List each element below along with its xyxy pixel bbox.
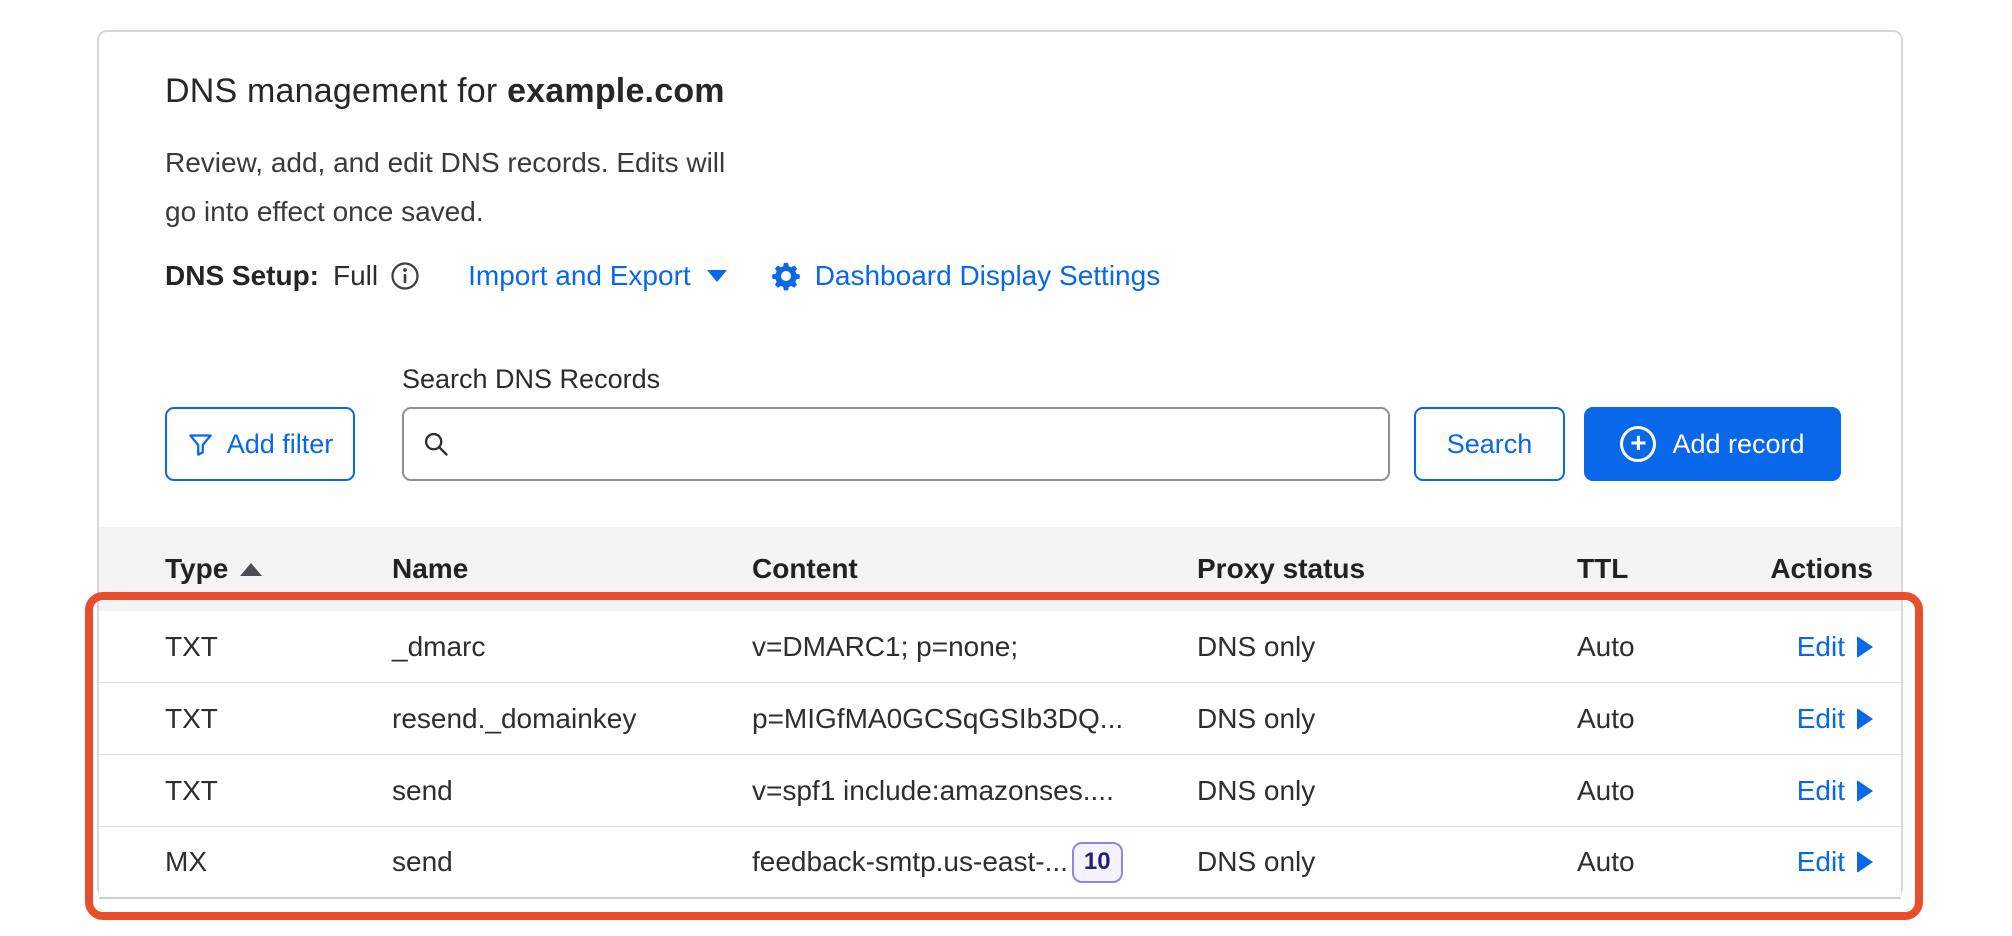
page: DNS management for example.com Review, a… xyxy=(0,0,2012,936)
cell-ttl: Auto xyxy=(1577,775,1765,807)
filter-funnel-icon xyxy=(187,431,214,458)
import-export-link[interactable]: Import and Export xyxy=(468,260,727,292)
add-filter-label: Add filter xyxy=(227,429,334,460)
cell-proxy-status: DNS only xyxy=(1197,775,1577,807)
column-header-actions: Actions xyxy=(1765,553,1873,585)
edit-link[interactable]: Edit xyxy=(1765,631,1873,663)
search-input-container xyxy=(402,407,1390,481)
subtitle-line-2: go into effect once saved. xyxy=(165,187,725,236)
mx-priority-badge: 10 xyxy=(1072,842,1123,883)
cell-ttl: Auto xyxy=(1577,631,1765,663)
column-header-content[interactable]: Content xyxy=(752,553,1197,585)
cell-ttl: Auto xyxy=(1577,846,1765,878)
import-export-label: Import and Export xyxy=(468,260,691,292)
cell-ttl: Auto xyxy=(1577,703,1765,735)
cell-name: resend._domainkey xyxy=(392,703,752,735)
table-body: TXT _dmarc v=DMARC1; p=none; DNS only Au… xyxy=(99,611,1901,899)
add-filter-button[interactable]: Add filter xyxy=(165,407,355,481)
chevron-right-icon xyxy=(1857,708,1873,730)
plus-circle-icon: + xyxy=(1620,426,1656,462)
cell-content: p=MIGfMA0GCSqGSIb3DQ... xyxy=(752,703,1197,735)
search-records-label: Search DNS Records xyxy=(402,364,660,395)
search-button[interactable]: Search xyxy=(1414,407,1565,481)
dns-management-card: DNS management for example.com Review, a… xyxy=(97,30,1903,898)
column-header-proxy-status[interactable]: Proxy status xyxy=(1197,553,1577,585)
column-header-name[interactable]: Name xyxy=(392,553,752,585)
gear-icon xyxy=(771,261,801,291)
cell-name: send xyxy=(392,846,752,878)
chevron-right-icon xyxy=(1857,636,1873,658)
search-input[interactable] xyxy=(464,429,1370,460)
dns-setup-label: DNS Setup: xyxy=(165,260,319,292)
cell-type: TXT xyxy=(165,703,392,735)
cell-name: _dmarc xyxy=(392,631,752,663)
dns-setup-row: DNS Setup: Full Import and Export Dashbo… xyxy=(165,254,1160,298)
edit-link[interactable]: Edit xyxy=(1765,703,1873,735)
page-title-prefix: DNS management for xyxy=(165,72,497,110)
table-row: TXT send v=spf1 include:amazonses.... DN… xyxy=(99,755,1901,827)
table-header-row: Type Name Content Proxy status TTL Actio… xyxy=(99,527,1901,611)
edit-link[interactable]: Edit xyxy=(1765,775,1873,807)
column-header-type[interactable]: Type xyxy=(165,553,392,585)
page-title: DNS management for example.com xyxy=(165,72,725,111)
sort-ascending-icon xyxy=(240,563,262,576)
search-icon xyxy=(422,430,450,458)
cell-proxy-status: DNS only xyxy=(1197,631,1577,663)
chevron-right-icon xyxy=(1857,851,1873,873)
table-row: MX send feedback-smtp.us-east-... 10 DNS… xyxy=(99,827,1901,899)
add-record-button[interactable]: + Add record xyxy=(1584,407,1841,481)
search-button-label: Search xyxy=(1447,429,1533,460)
cell-content: feedback-smtp.us-east-... 10 xyxy=(752,842,1197,883)
edit-link[interactable]: Edit xyxy=(1765,846,1873,878)
cell-name: send xyxy=(392,775,752,807)
cell-content: v=spf1 include:amazonses.... xyxy=(752,775,1197,807)
table-row: TXT resend._domainkey p=MIGfMA0GCSqGSIb3… xyxy=(99,683,1901,755)
dashboard-display-settings-label: Dashboard Display Settings xyxy=(815,260,1161,292)
info-icon[interactable] xyxy=(390,261,420,291)
cell-type: TXT xyxy=(165,631,392,663)
domain-name: example.com xyxy=(507,72,725,110)
add-record-label: Add record xyxy=(1672,429,1804,460)
page-subtitle: Review, add, and edit DNS records. Edits… xyxy=(165,138,725,236)
cell-type: MX xyxy=(165,846,392,878)
table-row: TXT _dmarc v=DMARC1; p=none; DNS only Au… xyxy=(99,611,1901,683)
cell-type: TXT xyxy=(165,775,392,807)
cell-proxy-status: DNS only xyxy=(1197,703,1577,735)
chevron-down-icon xyxy=(707,270,727,282)
cell-content: v=DMARC1; p=none; xyxy=(752,631,1197,663)
column-header-ttl[interactable]: TTL xyxy=(1577,553,1765,585)
dns-setup-value: Full xyxy=(333,260,378,292)
cell-proxy-status: DNS only xyxy=(1197,846,1577,878)
subtitle-line-1: Review, add, and edit DNS records. Edits… xyxy=(165,138,725,187)
chevron-right-icon xyxy=(1857,780,1873,802)
dashboard-display-settings-link[interactable]: Dashboard Display Settings xyxy=(771,260,1161,292)
